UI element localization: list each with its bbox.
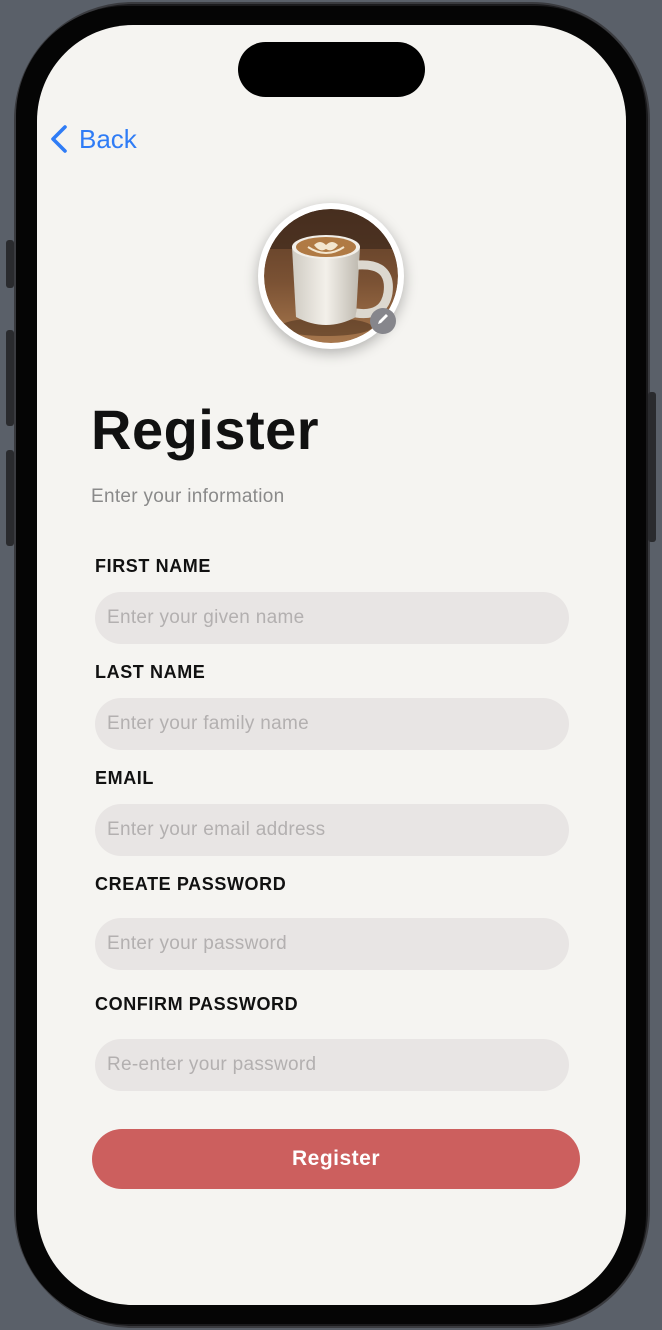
action-button	[6, 240, 14, 288]
page-subtitle: Enter your information	[91, 486, 285, 507]
volume-down-button	[6, 450, 14, 546]
register-button[interactable]: Register	[92, 1129, 580, 1189]
last-name-label: LAST NAME	[95, 662, 206, 682]
back-label: Back	[79, 123, 137, 154]
register-screen: Back Register Enter your information FIR…	[37, 25, 626, 1305]
edit-avatar-button[interactable]	[370, 308, 396, 334]
confirm-password-label: CONFIRM PASSWORD	[95, 994, 299, 1014]
pencil-icon	[376, 312, 390, 331]
volume-up-button	[6, 330, 14, 426]
chevron-left-icon	[49, 124, 69, 154]
first-name-input[interactable]	[95, 592, 569, 644]
create-password-input[interactable]	[95, 918, 569, 970]
back-button[interactable]: Back	[49, 121, 137, 157]
email-input[interactable]	[95, 804, 569, 856]
confirm-password-input[interactable]	[95, 1039, 569, 1091]
last-name-input[interactable]	[95, 698, 569, 750]
email-label: EMAIL	[95, 768, 154, 788]
page-title: Register	[91, 398, 320, 461]
first-name-label: FIRST NAME	[95, 556, 211, 576]
dynamic-island	[238, 42, 425, 97]
power-button	[648, 392, 656, 542]
create-password-label: CREATE PASSWORD	[95, 874, 287, 894]
